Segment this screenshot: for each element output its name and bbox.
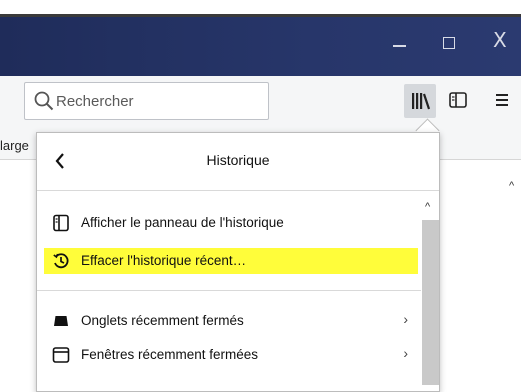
search-icon xyxy=(34,91,54,111)
maximize-icon[interactable] xyxy=(443,37,455,49)
menu-item-clear-recent-history[interactable]: Effacer l'historique récent… xyxy=(44,248,418,274)
history-sidebar-icon xyxy=(53,214,69,232)
menu-item-label: Fenêtres récemment fermées xyxy=(81,347,259,362)
bookmark-item-truncated[interactable]: large xyxy=(0,138,34,153)
window-icon xyxy=(52,347,70,363)
panel-scrollbar[interactable] xyxy=(422,220,439,385)
panel-divider xyxy=(37,290,421,291)
panel-divider xyxy=(37,190,439,191)
minimize-icon[interactable] xyxy=(393,45,406,47)
page-scroll-up-arrow[interactable]: ^ xyxy=(509,180,514,192)
sidebar-icon[interactable] xyxy=(448,90,468,110)
tab-icon xyxy=(54,316,68,326)
library-icon xyxy=(412,93,431,110)
hamburger-menu-icon[interactable] xyxy=(494,90,510,110)
menu-item-recently-closed-windows[interactable]: Fenêtres récemment fermées › xyxy=(44,342,418,368)
close-icon[interactable]: X xyxy=(493,28,507,52)
panel-scroll-up-arrow[interactable]: ^ xyxy=(425,201,430,213)
panel-title: Historique xyxy=(206,152,270,168)
chevron-right-icon: › xyxy=(403,311,408,327)
library-button[interactable] xyxy=(404,84,436,118)
menu-item-label: Afficher le panneau de l'historique xyxy=(81,215,284,230)
menu-item-recently-closed-tabs[interactable]: Onglets récemment fermés › xyxy=(44,308,418,334)
title-bar-edge xyxy=(0,14,521,17)
menu-item-label: Onglets récemment fermés xyxy=(81,313,244,328)
chevron-right-icon: › xyxy=(403,345,408,361)
search-input[interactable] xyxy=(56,86,261,116)
menu-item-label: Effacer l'historique récent… xyxy=(81,253,247,268)
clear-history-icon xyxy=(53,253,69,269)
menu-item-show-history-sidebar[interactable]: Afficher le panneau de l'historique xyxy=(44,210,418,236)
